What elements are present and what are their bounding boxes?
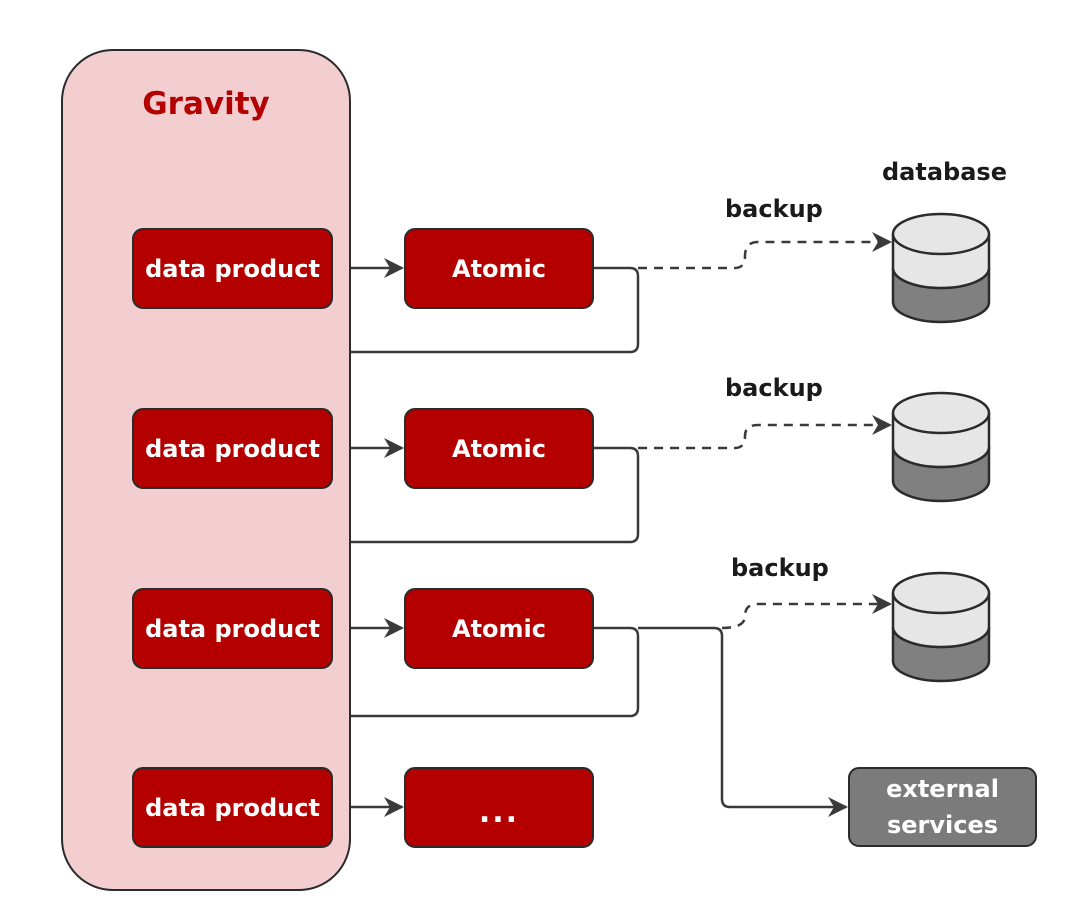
ellipsis-node[interactable]: ... xyxy=(404,767,594,848)
backup-label: backup xyxy=(725,374,823,402)
backup-connector xyxy=(638,232,892,270)
backup-label: backup xyxy=(725,195,823,223)
external-services-label: external services xyxy=(886,771,999,843)
backup-connector xyxy=(721,594,892,630)
external-line-2: services xyxy=(886,811,999,839)
backup-label: backup xyxy=(731,554,829,582)
database-label: database xyxy=(882,158,1007,186)
diagram: Gravity data product data product data p… xyxy=(0,0,1085,921)
database-icon xyxy=(891,391,991,503)
database-icon xyxy=(891,571,991,683)
data-product-node[interactable]: data product xyxy=(132,408,333,489)
database-icon xyxy=(891,212,991,324)
atomic-node[interactable]: Atomic xyxy=(404,588,594,669)
atomic-node[interactable]: Atomic xyxy=(404,228,594,309)
atomic-node[interactable]: Atomic xyxy=(404,408,594,489)
external-services-node[interactable]: external services xyxy=(848,767,1037,847)
gravity-title: Gravity xyxy=(142,86,270,122)
data-product-node[interactable]: data product xyxy=(132,228,333,309)
external-line-1: external xyxy=(886,775,999,803)
data-product-node[interactable]: data product xyxy=(132,588,333,669)
data-product-node[interactable]: data product xyxy=(132,767,333,848)
backup-connector xyxy=(638,415,892,450)
external-connector xyxy=(638,626,848,817)
